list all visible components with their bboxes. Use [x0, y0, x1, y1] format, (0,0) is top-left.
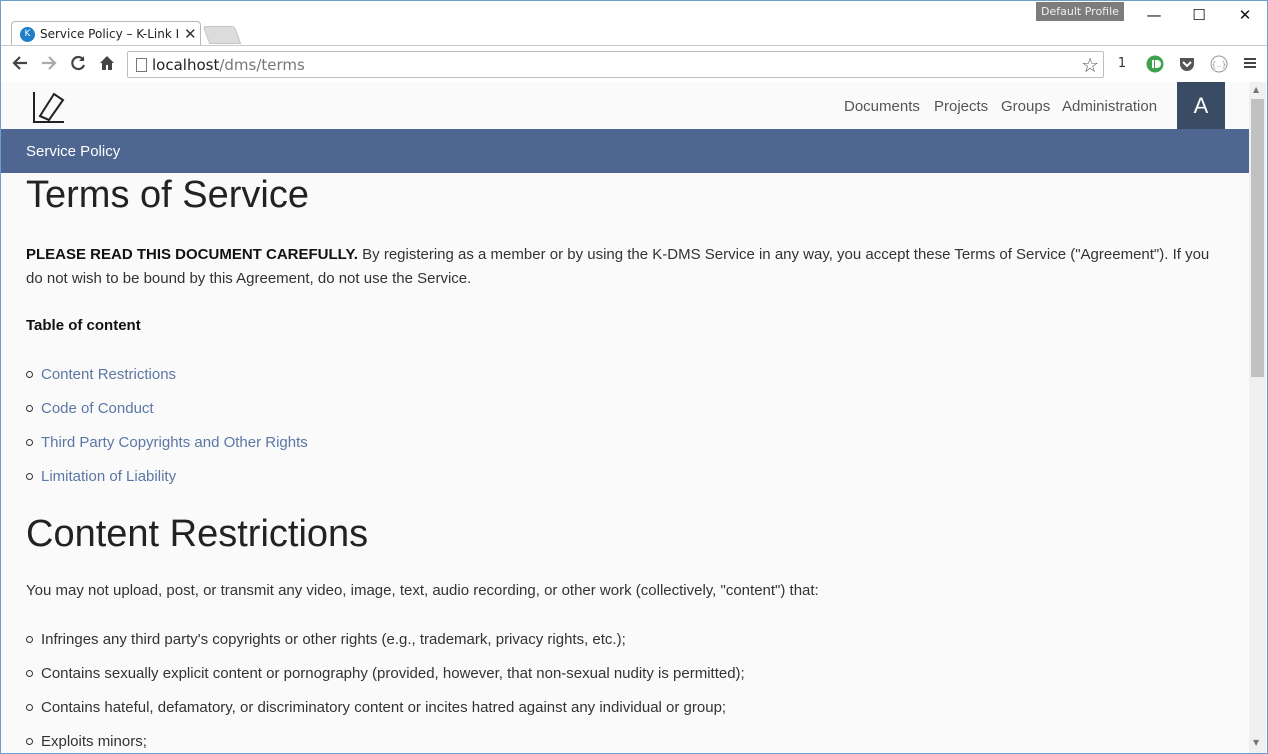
address-bar[interactable]: localhost/dms/terms ☆ [127, 51, 1104, 78]
svg-text:{..}: {..} [1211, 60, 1226, 69]
list-item: Infringes any third party's copyrights o… [26, 630, 745, 664]
url-text[interactable]: localhost/dms/terms [152, 56, 305, 74]
bullet-icon [26, 371, 33, 378]
toc-link-content-restrictions[interactable]: Content Restrictions [26, 365, 308, 399]
list-item: Exploits minors; [26, 732, 745, 753]
scroll-down-icon[interactable]: ▼ [1253, 738, 1259, 747]
bullet-icon [26, 439, 33, 446]
section-intro: You may not upload, post, or transmit an… [26, 582, 819, 599]
list-item-text: Contains hateful, defamatory, or discrim… [41, 699, 727, 716]
toc-heading: Table of content [26, 317, 141, 334]
section-title-content-restrictions: Content Restrictions [26, 513, 369, 555]
bullet-icon [26, 670, 33, 677]
toc-link-label: Third Party Copyrights and Other Rights [41, 434, 308, 451]
tab-close-icon[interactable]: ✕ [184, 25, 197, 43]
intro-paragraph: PLEASE READ THIS DOCUMENT CAREFULLY. By … [26, 243, 1216, 291]
list-item: Contains sexually explicit content or po… [26, 664, 745, 698]
browser-tab[interactable]: K Service Policy – K-Link DM ✕ [11, 21, 201, 46]
menu-icon[interactable] [1241, 55, 1259, 73]
extension-badge[interactable]: 1 [1115, 55, 1129, 73]
home-icon[interactable] [97, 54, 117, 74]
nav-administration[interactable]: Administration [1062, 98, 1157, 115]
restrictions-list: Infringes any third party's copyrights o… [26, 630, 745, 753]
profile-badge[interactable]: Default Profile [1036, 2, 1124, 21]
back-icon[interactable] [10, 54, 30, 74]
bullet-icon [26, 704, 33, 711]
bookmark-star-icon[interactable]: ☆ [1081, 53, 1099, 77]
list-item-text: Infringes any third party's copyrights o… [41, 631, 626, 648]
scroll-up-icon[interactable]: ▲ [1253, 85, 1259, 94]
page-title: Terms of Service [26, 174, 309, 216]
page-viewport: Documents Projects Groups Administration… [1, 82, 1249, 753]
ghostery-icon[interactable] [1145, 55, 1164, 73]
toc-link-code-of-conduct[interactable]: Code of Conduct [26, 399, 308, 433]
title-bar: K Service Policy – K-Link DM ✕ Default P… [1, 1, 1267, 46]
minimize-button[interactable]: — [1144, 5, 1164, 25]
klink-favicon-icon: K [20, 27, 35, 42]
nav-groups[interactable]: Groups [1001, 98, 1050, 115]
close-window-button[interactable]: ✕ [1235, 5, 1255, 25]
bullet-icon [26, 405, 33, 412]
scrollbar-thumb[interactable] [1251, 99, 1264, 377]
toc-list: Content Restrictions Code of Conduct Thi… [26, 365, 308, 501]
tab-title: Service Policy – K-Link DM [40, 27, 178, 41]
toc-link-label: Content Restrictions [41, 366, 177, 383]
klink-logo-icon[interactable] [32, 88, 69, 124]
toc-link-third-party-rights[interactable]: Third Party Copyrights and Other Rights [26, 433, 308, 467]
bullet-icon [26, 636, 33, 643]
toc-link-label: Limitation of Liability [41, 468, 177, 485]
list-item-text: Contains sexually explicit content or po… [41, 665, 745, 682]
intro-warning: PLEASE READ THIS DOCUMENT CAREFULLY. [26, 246, 358, 263]
browser-toolbar: localhost/dms/terms ☆ 1 {..} [1, 45, 1267, 82]
nav-documents[interactable]: Documents [844, 98, 920, 115]
vertical-scrollbar[interactable]: ▲ ▼ [1249, 82, 1266, 753]
list-item-text: Exploits minors; [41, 733, 147, 750]
app-header: Documents Projects Groups Administration… [1, 82, 1249, 129]
nav-projects[interactable]: Projects [934, 98, 988, 115]
maximize-button[interactable]: ☐ [1189, 5, 1209, 25]
reload-icon[interactable] [68, 54, 88, 74]
page-subheader: Service Policy [1, 129, 1249, 173]
toc-link-limitation-of-liability[interactable]: Limitation of Liability [26, 467, 308, 501]
url-host: localhost [152, 56, 220, 74]
new-tab-button[interactable] [202, 26, 242, 44]
list-item: Contains hateful, defamatory, or discrim… [26, 698, 745, 732]
forward-icon[interactable] [39, 54, 59, 74]
page-icon [136, 58, 147, 72]
subheader-title: Service Policy [26, 143, 121, 160]
bullet-icon [26, 738, 33, 745]
url-path: /dms/terms [219, 56, 305, 74]
pocket-icon[interactable] [1177, 55, 1196, 73]
extension-icon[interactable]: {..} [1209, 55, 1228, 73]
bullet-icon [26, 473, 33, 480]
user-avatar[interactable]: A [1177, 82, 1225, 129]
toc-link-label: Code of Conduct [41, 400, 154, 417]
